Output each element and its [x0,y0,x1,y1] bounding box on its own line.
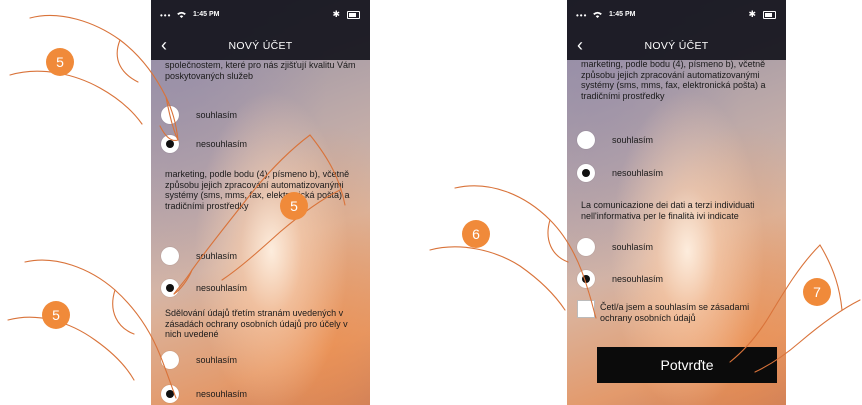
wifi-icon [177,11,186,18]
radio-disagree-marketing[interactable] [161,279,179,297]
bluetooth-icon: ✱ [748,9,756,19]
option-label: souhlasím [196,355,238,365]
bluetooth-icon: ✱ [332,9,340,19]
privacy-checkbox[interactable] [577,300,595,318]
radio-agree-marketing[interactable] [161,247,179,265]
radio-agree-third-parties[interactable] [577,238,595,256]
consent-text-marketing: marketing, podle bodu (4), písmeno b), v… [165,169,350,211]
status-time: 1:45 PM [193,11,220,18]
radio-disagree-third-parties[interactable] [577,270,595,288]
option-label: souhlasím [612,242,654,252]
status-bar: ••• 1:45 PM ✱ [151,0,370,30]
consent-text-third-parties: La comunicazione dei dati a terzi indivi… [581,200,755,221]
confirm-button[interactable]: Potvrďte [597,347,777,383]
status-time: 1:45 PM [609,11,636,18]
option-label: souhlasím [196,251,238,261]
radio-disagree-marketing[interactable] [577,164,595,182]
battery-icon [347,11,360,19]
signal-icon: ••• [576,11,588,20]
radio-disagree-third-parties[interactable] [161,385,179,403]
option-label: nesouhlasím [612,168,664,178]
option-label: nesouhlasím [196,389,248,399]
option-label: souhlasím [612,135,654,145]
radio-agree-third-parties[interactable] [161,351,179,369]
step-badge: 5 [46,48,74,76]
consent-text-marketing: marketing, podle bodu (4), písmeno b), v… [581,59,766,101]
battery-icon [763,11,776,19]
option-label: souhlasím [196,110,238,120]
option-label: nesouhlasím [612,274,664,284]
step-badge: 7 [803,278,831,306]
wifi-icon [593,11,602,18]
status-bar: ••• 1:45 PM ✱ [567,0,786,30]
phone-screen-left: ••• 1:45 PM ✱ ‹ NOVÝ ÚČET společnostem, … [151,0,370,405]
consent-text-quality: společnostem, které pro nás zjišťují kva… [165,60,356,81]
radio-agree-quality[interactable] [161,106,179,124]
nav-bar: ‹ NOVÝ ÚČET [567,30,786,60]
step-badge: 5 [280,192,308,220]
nav-bar: ‹ NOVÝ ÚČET [151,30,370,60]
radio-disagree-quality[interactable] [161,135,179,153]
step-badge: 5 [42,301,70,329]
step-badge: 6 [462,220,490,248]
option-label: nesouhlasím [196,283,248,293]
phone-screen-right: ••• 1:45 PM ✱ ‹ NOVÝ ÚČET marketing, pod… [567,0,786,405]
radio-agree-marketing[interactable] [577,131,595,149]
consent-text-third-parties: Sdělování údajů třetím stranám uvedených… [165,308,348,339]
privacy-checkbox-label: Četl/a jsem a souhlasím se zásadami ochr… [600,302,750,323]
page-title: NOVÝ ÚČET [228,40,293,52]
page-title: NOVÝ ÚČET [644,40,709,52]
consent-content: společnostem, které pro nás zjišťují kva… [151,60,370,405]
signal-icon: ••• [160,11,172,20]
option-label: nesouhlasím [196,139,248,149]
